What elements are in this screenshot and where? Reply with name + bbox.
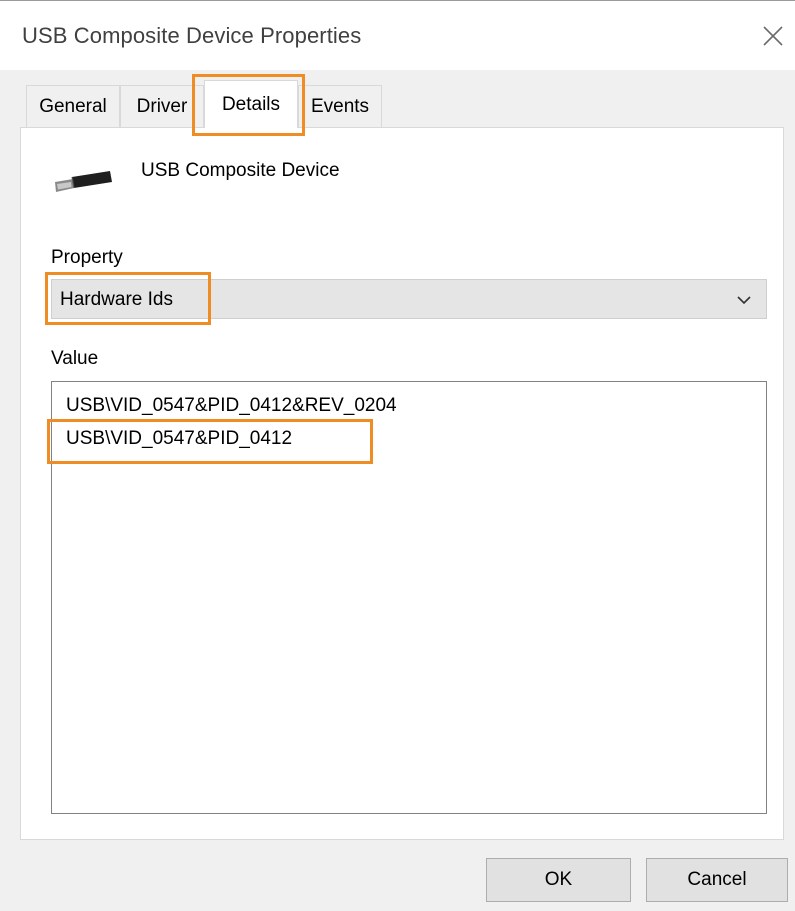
list-item[interactable]: USB\VID_0547&PID_0412	[66, 428, 292, 450]
tab-details[interactable]: Details	[204, 80, 298, 128]
value-label: Value	[51, 348, 99, 369]
cancel-button[interactable]: Cancel	[646, 858, 788, 902]
chevron-down-icon	[736, 293, 752, 311]
property-label: Property	[51, 247, 123, 268]
tab-driver[interactable]: Driver	[120, 85, 204, 127]
list-item[interactable]: USB\VID_0547&PID_0412&REV_0204	[66, 395, 397, 417]
usb-connector-icon	[52, 168, 114, 196]
window-title: USB Composite Device Properties	[22, 23, 362, 48]
value-list[interactable]: USB\VID_0547&PID_0412&REV_0204 USB\VID_0…	[51, 381, 767, 814]
tab-general[interactable]: General	[26, 85, 120, 127]
title-bar: USB Composite Device Properties	[0, 1, 795, 70]
close-icon[interactable]	[760, 23, 786, 49]
property-dropdown[interactable]: Hardware Ids	[51, 279, 767, 319]
device-name: USB Composite Device	[141, 160, 340, 181]
ok-button[interactable]: OK	[486, 858, 631, 902]
property-dropdown-value: Hardware Ids	[60, 289, 173, 310]
tab-events[interactable]: Events	[298, 85, 382, 127]
